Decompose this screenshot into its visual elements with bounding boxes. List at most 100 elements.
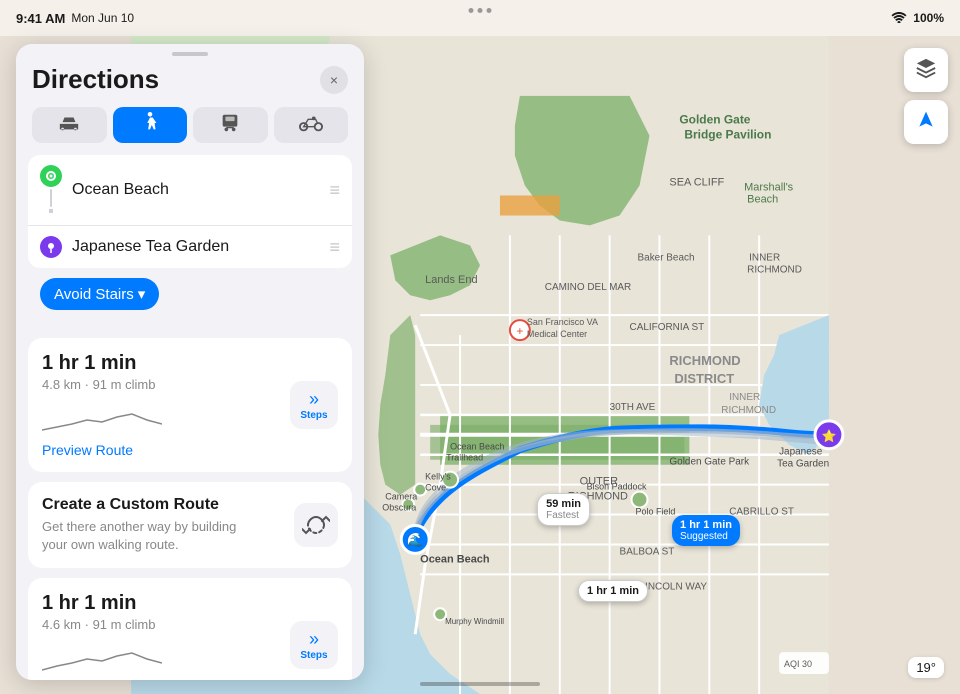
custom-route-icon: [294, 503, 338, 547]
drag-pill: [172, 52, 208, 56]
location-inputs: Ocean Beach ≡ Japanese Tea Garden ≡: [28, 155, 352, 268]
svg-text:Ocean Beach: Ocean Beach: [450, 442, 504, 452]
to-location-text: Japanese Tea Garden: [72, 238, 319, 256]
custom-route-text: Create a Custom Route Get there another …: [42, 496, 262, 554]
fastest-route-label[interactable]: 59 min Fastest: [537, 493, 590, 526]
to-icon: [40, 236, 62, 258]
walk-icon: [142, 112, 158, 139]
svg-text:⭐: ⭐: [821, 429, 836, 443]
suggested-time: 1 hr 1 min: [680, 519, 732, 531]
close-button[interactable]: ×: [320, 66, 348, 94]
svg-text:30TH AVE: 30TH AVE: [610, 402, 656, 413]
svg-text:Beach: Beach: [747, 193, 778, 205]
route-2-time: 1 hr 1 min: [42, 592, 338, 615]
third-route-label[interactable]: 1 hr 1 min: [578, 580, 648, 602]
svg-text:🌊: 🌊: [407, 531, 424, 547]
svg-text:+: +: [516, 324, 523, 338]
avoid-stairs-button[interactable]: Avoid Stairs ▾: [40, 278, 159, 310]
top-dots: [469, 8, 492, 13]
route-card-1: 1 hr 1 min 4.8 km · 91 m climb Preview R…: [28, 338, 352, 472]
route-1-time: 1 hr 1 min: [42, 352, 338, 375]
from-drag-icon[interactable]: ≡: [329, 180, 340, 201]
temperature-badge: 19°: [908, 657, 944, 678]
map-layers-button[interactable]: [904, 48, 948, 92]
status-time: 9:41 AM: [16, 11, 65, 26]
svg-text:INNER: INNER: [729, 392, 760, 403]
panel-header: Directions ×: [16, 60, 364, 107]
svg-text:CAMINO DEL MAR: CAMINO DEL MAR: [545, 282, 631, 293]
svg-text:RICHMOND: RICHMOND: [669, 353, 740, 368]
svg-text:Marshall's: Marshall's: [744, 182, 793, 194]
transit-icon: [219, 112, 241, 139]
map-controls: [904, 48, 948, 144]
transport-tabs: [16, 107, 364, 155]
svg-text:Trailhead: Trailhead: [446, 453, 483, 463]
svg-text:LINCOLN WAY: LINCOLN WAY: [640, 581, 708, 592]
svg-text:RICHMOND: RICHMOND: [721, 405, 776, 416]
avoid-stairs-label: Avoid Stairs: [54, 286, 134, 303]
transport-tab-walk[interactable]: [113, 107, 188, 143]
svg-text:Baker Beach: Baker Beach: [638, 252, 695, 263]
svg-text:Golden Gate Park: Golden Gate Park: [669, 457, 749, 468]
status-bar: 9:41 AM Mon Jun 10 100%: [0, 0, 960, 36]
status-icons: 100%: [891, 11, 944, 26]
battery-icon: 100%: [913, 11, 944, 25]
car-icon: [58, 114, 80, 137]
route-1-preview-link[interactable]: Preview Route: [42, 442, 338, 458]
cycle-icon: [299, 114, 323, 137]
svg-text:Bridge Pavilion: Bridge Pavilion: [684, 128, 771, 142]
svg-text:Polo Field: Polo Field: [636, 507, 676, 517]
custom-route-description: Get there another way by building your o…: [42, 518, 262, 554]
steps-label-2: Steps: [300, 650, 327, 661]
suggested-route-label[interactable]: 1 hr 1 min Suggested: [672, 515, 740, 546]
status-date: Mon Jun 10: [71, 11, 134, 25]
svg-text:RICHMOND: RICHMOND: [747, 264, 802, 275]
svg-text:Tea Garden: Tea Garden: [777, 459, 829, 470]
suggested-tag: Suggested: [680, 531, 732, 542]
fastest-time: 59 min: [546, 498, 581, 510]
panel-title: Directions: [32, 64, 159, 95]
svg-text:San Francisco VA: San Francisco VA: [527, 317, 598, 327]
svg-text:Camera: Camera: [385, 492, 417, 502]
transport-tab-transit[interactable]: [193, 107, 268, 143]
custom-route-title: Create a Custom Route: [42, 496, 262, 514]
fastest-tag: Fastest: [546, 510, 581, 521]
steps-arrows-2: »: [309, 630, 319, 648]
svg-text:Bison Paddock: Bison Paddock: [587, 482, 647, 492]
drag-handle[interactable]: [16, 44, 364, 60]
from-location-row[interactable]: Ocean Beach ≡: [28, 155, 352, 225]
route-2-steps-button[interactable]: » Steps: [290, 621, 338, 669]
svg-text:SEA CLIFF: SEA CLIFF: [669, 177, 724, 189]
svg-text:Ocean Beach: Ocean Beach: [420, 553, 490, 565]
svg-text:DISTRICT: DISTRICT: [674, 371, 734, 386]
steps-arrows-1: »: [309, 390, 319, 408]
route-card-2: 1 hr 1 min 4.6 km · 91 m climb Preview R…: [28, 578, 352, 680]
to-location-row[interactable]: Japanese Tea Garden ≡: [28, 225, 352, 268]
svg-text:Cove: Cove: [425, 483, 446, 493]
route-1-steps-button[interactable]: » Steps: [290, 381, 338, 429]
svg-text:BALBOA ST: BALBOA ST: [620, 546, 675, 557]
svg-text:Japanese: Japanese: [779, 447, 823, 458]
transport-tab-cycle[interactable]: [274, 107, 349, 143]
from-icon: [40, 165, 62, 187]
transport-tab-car[interactable]: [32, 107, 107, 143]
to-drag-icon[interactable]: ≡: [329, 237, 340, 258]
wifi-icon: [891, 11, 907, 26]
svg-text:AQI 30: AQI 30: [784, 659, 812, 669]
custom-route-card[interactable]: Create a Custom Route Get there another …: [28, 482, 352, 568]
location-button[interactable]: [904, 100, 948, 144]
svg-text:CABRILLO ST: CABRILLO ST: [729, 507, 794, 518]
third-time: 1 hr 1 min: [587, 585, 639, 597]
svg-text:Golden Gate: Golden Gate: [679, 113, 750, 127]
svg-text:Kelly's: Kelly's: [425, 472, 451, 482]
directions-panel: Directions ×: [16, 44, 364, 680]
layers-icon: [915, 57, 937, 84]
svg-text:CALIFORNIA ST: CALIFORNIA ST: [630, 322, 705, 333]
svg-text:Obscura: Obscura: [382, 503, 416, 513]
chevron-down-icon: ▾: [138, 285, 146, 303]
svg-text:INNER: INNER: [749, 252, 780, 263]
home-indicator: [420, 682, 540, 686]
svg-text:Murphy Windmill: Murphy Windmill: [445, 617, 504, 626]
from-location-text: Ocean Beach: [72, 181, 319, 199]
svg-text:Lands End: Lands End: [425, 274, 477, 286]
